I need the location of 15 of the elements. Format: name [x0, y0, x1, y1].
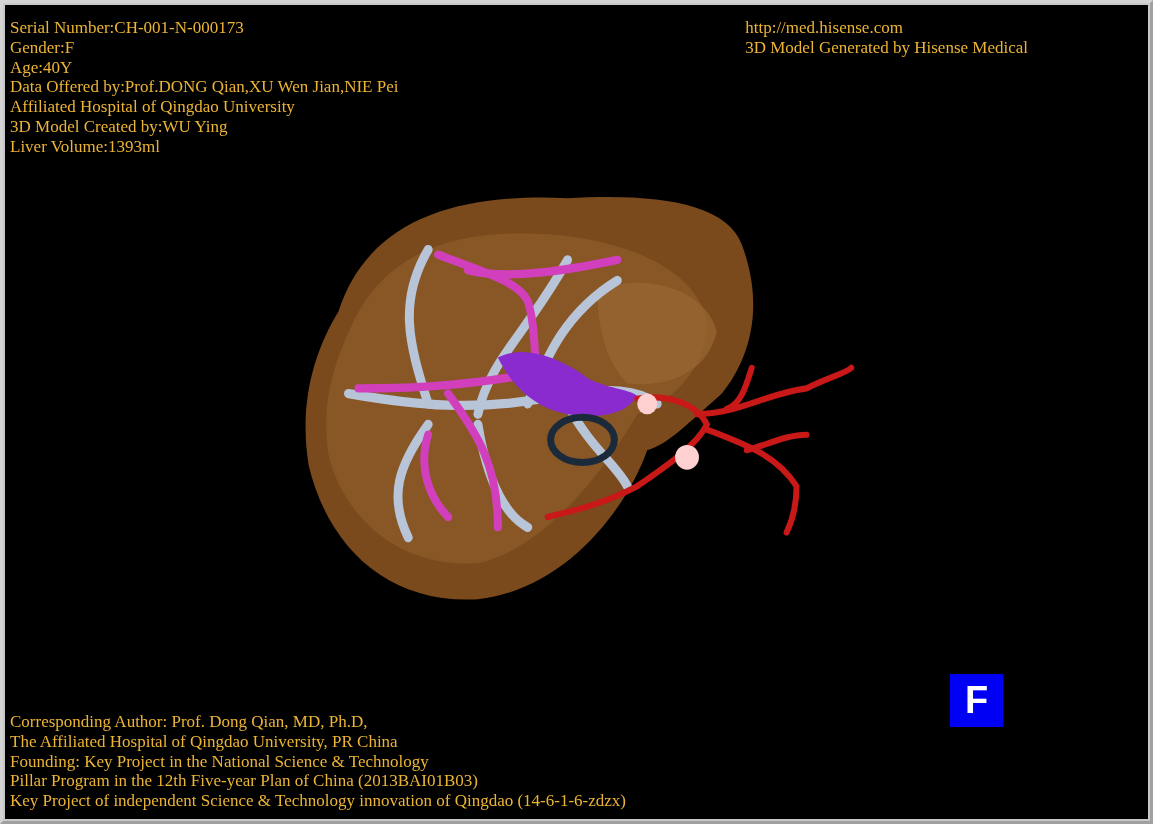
source-info-line: http://med.hisense.com: [745, 18, 904, 38]
patient-info-line: Age:40Y: [10, 57, 74, 78]
source-info-line: 3D Model Generated by Hisense Medical: [745, 37, 1028, 58]
credit-line: Founding: Key Project in the National Science & Technology: [10, 751, 430, 772]
patient-info-line: 3D Model Created by:WU Ying: [10, 117, 229, 137]
credit-line: Key Project of independent Science & Technology innovation of Qingdao (14-6-1-6-zdzx): [10, 791, 626, 811]
patient-info-line: Gender:F: [10, 37, 76, 58]
credit-line: Pillar Program in the 12th Five-year Plan of China (2013BAI01B03): [10, 771, 479, 792]
patient-info-line: Serial Number:CH-001-N-000173: [10, 18, 245, 38]
orientation-marker: F: [950, 674, 1003, 727]
credit-line: The Affiliated Hospital of Qingdao University, PR China: [10, 731, 399, 752]
credit-line: Corresponding Author: Prof. Dong Qian, MD, Ph.D,: [10, 712, 369, 732]
patient-info-line: Liver Volume:1393ml: [10, 136, 161, 157]
patient-info-line: Data Offered by:Prof.DONG Qian,XU Wen Jian,NIE Pei: [10, 77, 399, 98]
patient-info-line: Affiliated Hospital of Qingdao University: [10, 97, 296, 117]
